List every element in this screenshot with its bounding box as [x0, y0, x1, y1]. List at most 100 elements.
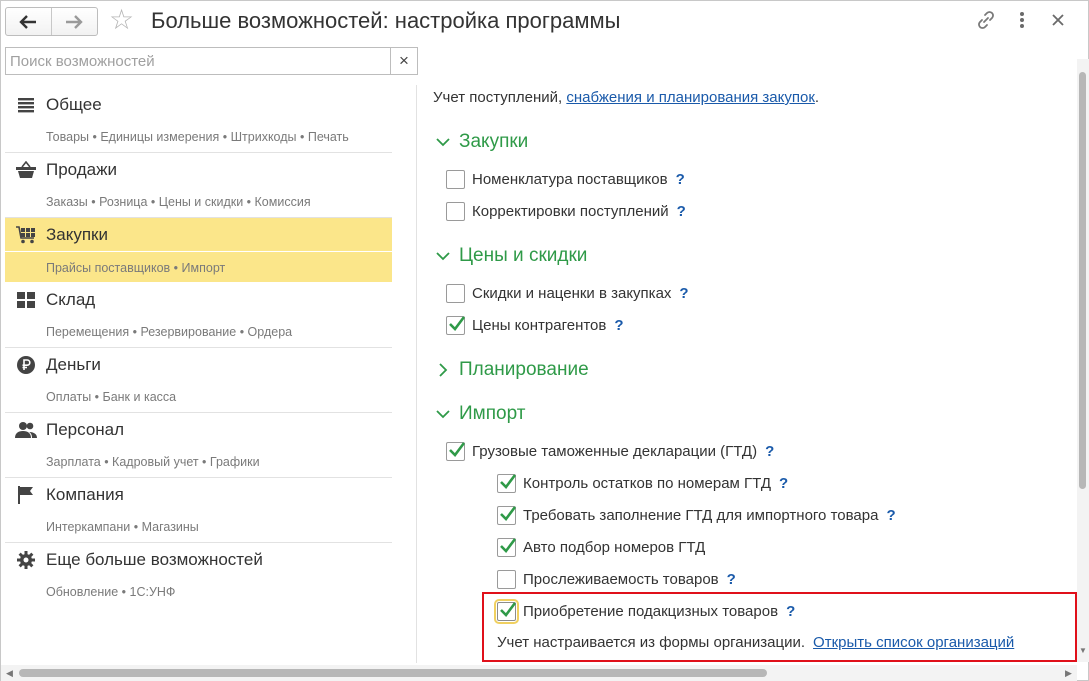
option-label: Требовать заполнение ГТД для импортного … [523, 507, 879, 524]
option-label: Грузовые таможенные декларации (ГТД) [472, 443, 758, 460]
panel-divider [416, 85, 417, 663]
help-icon[interactable]: ? [886, 507, 895, 524]
warehouse-icon [15, 290, 37, 310]
intro-link[interactable]: снабжения и планирования закупок [566, 89, 815, 106]
intro-text: Учет поступлений, снабжения и планирован… [433, 89, 819, 106]
checkbox-trebovat[interactable] [497, 506, 517, 525]
option-label: Цены контрагентов [472, 317, 607, 334]
sidebar-item-eshe[interactable]: Еще больше возможностей Обновление • 1С:… [5, 543, 392, 608]
option-skidki: Скидки и наценки в закупках ? [446, 284, 689, 303]
option-label: Авто подбор номеров ГТД [523, 539, 706, 556]
checkbox-kontrol[interactable] [497, 474, 517, 493]
horizontal-scroll-thumb[interactable] [19, 669, 767, 677]
option-ceny-kontragentov: Цены контрагентов ? [446, 316, 624, 335]
search-input[interactable] [10, 53, 380, 70]
checkbox-korrektirovki[interactable] [446, 202, 465, 221]
arrow-left-icon [19, 14, 37, 29]
sidebar-item-title: Персонал [46, 420, 125, 439]
checkmark-icon [449, 442, 466, 457]
option-korrektirovki: Корректировки поступлений ? [446, 202, 686, 221]
help-icon[interactable]: ? [676, 171, 685, 188]
sidebar-item-subs: Товары • Единицы измерения • Штрихкоды •… [46, 130, 349, 144]
option-label: Прослеживаемость товаров [523, 571, 719, 588]
checkbox-skidki[interactable] [446, 284, 465, 303]
search-clear-button[interactable]: × [391, 47, 418, 75]
sidebar-item-prodazhi[interactable]: Продажи Заказы • Розница • Цены и скидки… [5, 153, 392, 218]
group-planirovanie[interactable]: Планирование [433, 359, 589, 381]
sidebar-item-title: Деньги [46, 355, 101, 374]
group-zakupki[interactable]: Закупки [433, 131, 528, 153]
favorite-star-icon[interactable]: ☆ [109, 5, 134, 35]
highlight-box [482, 592, 1077, 662]
window: ☆ Больше возможностей: настройка програм… [0, 0, 1089, 681]
option-nomenklatura: Номенклатура поставщиков ? [446, 170, 685, 189]
forward-button[interactable] [52, 8, 98, 35]
sidebar-item-dengi[interactable]: Деньги Оплаты • Банк и касса [5, 348, 392, 413]
help-icon[interactable]: ? [765, 443, 774, 460]
vertical-scroll-thumb[interactable] [1079, 72, 1086, 489]
sidebar-item-title: Еще больше возможностей [46, 550, 263, 569]
chevron-right-icon [433, 360, 453, 380]
checkbox-gtd[interactable] [446, 442, 466, 461]
checkbox-ceny-kontragentov[interactable] [446, 316, 466, 335]
option-gtd: Грузовые таможенные декларации (ГТД) ? [446, 442, 774, 461]
sidebar-item-subs: Перемещения • Резервирование • Ордера [46, 325, 293, 339]
group-label: Закупки [459, 131, 529, 152]
group-import[interactable]: Импорт [433, 403, 525, 425]
header: ☆ Больше возможностей: настройка програм… [1, 1, 1089, 43]
sidebar-item-zakupki[interactable]: Закупки Прайсы поставщиков • Импорт [5, 218, 392, 283]
option-avto: Авто подбор номеров ГТД [497, 538, 705, 557]
sidebar-item-sklad[interactable]: Склад Перемещения • Резервирование • Орд… [5, 283, 392, 348]
link-icon[interactable] [973, 7, 999, 33]
option-label: Контроль остатков по номерам ГТД [523, 475, 771, 492]
sidebar-item-subs: Прайсы поставщиков • Импорт [5, 251, 392, 282]
clear-icon: × [399, 51, 409, 70]
help-icon[interactable]: ? [679, 285, 688, 302]
sidebar-item-subs: Обновление • 1С:УНФ [46, 585, 176, 599]
gear-icon [15, 550, 37, 570]
search-box [5, 47, 391, 75]
scroll-left-icon[interactable]: ◀ [6, 668, 13, 678]
more-menu-icon[interactable] [1009, 7, 1035, 33]
checkbox-avto[interactable] [497, 538, 517, 557]
sidebar-item-subs: Заказы • Розница • Цены и скидки • Комис… [46, 195, 311, 209]
group-ceny[interactable]: Цены и скидки [433, 245, 587, 267]
back-button[interactable] [6, 8, 52, 35]
sidebar-item-title: Компания [46, 485, 124, 504]
checkbox-proslezh[interactable] [497, 570, 516, 589]
list-icon [15, 95, 37, 115]
sidebar-item-title: Общее [46, 95, 102, 114]
help-icon[interactable]: ? [779, 475, 788, 492]
sidebar-item-title: Закупки [46, 225, 108, 244]
option-label: Скидки и наценки в закупках [472, 285, 672, 302]
sidebar-item-obshee[interactable]: Общее Товары • Единицы измерения • Штрих… [5, 88, 392, 153]
sidebar-item-title: Склад [46, 290, 96, 309]
arrow-right-icon [66, 14, 83, 29]
horizontal-scrollbar[interactable]: ◀ ▶ [1, 665, 1077, 681]
intro-label: Учет поступлений, [433, 89, 567, 106]
option-proslezh: Прослеживаемость товаров ? [497, 570, 736, 589]
close-icon[interactable] [1045, 7, 1071, 33]
vertical-scrollbar[interactable]: ▼ [1077, 59, 1089, 662]
chevron-down-icon [433, 246, 453, 266]
checkmark-icon [500, 506, 517, 521]
option-label: Корректировки поступлений [472, 203, 669, 220]
sidebar-item-kompaniya[interactable]: Компания Интеркампани • Магазины [5, 478, 392, 543]
people-icon [15, 420, 37, 440]
scroll-right-icon[interactable]: ▶ [1065, 668, 1072, 678]
help-icon[interactable]: ? [614, 317, 623, 334]
sidebar-item-personal[interactable]: Персонал Зарплата • Кадровый учет • Граф… [5, 413, 392, 478]
checkbox-nomenklatura[interactable] [446, 170, 465, 189]
group-label: Цены и скидки [459, 245, 588, 266]
nav-buttons [5, 7, 98, 36]
group-label: Планирование [459, 359, 589, 380]
option-trebovat: Требовать заполнение ГТД для импортного … [497, 506, 896, 525]
cart-icon [15, 225, 37, 245]
help-icon[interactable]: ? [727, 571, 736, 588]
scroll-down-icon[interactable]: ▼ [1079, 647, 1087, 655]
sidebar: Общее Товары • Единицы измерения • Штрих… [5, 88, 392, 608]
sidebar-item-subs: Интеркампани • Магазины [46, 520, 199, 534]
help-icon[interactable]: ? [677, 203, 686, 220]
sidebar-item-title: Продажи [46, 160, 117, 179]
chevron-down-icon [433, 132, 453, 152]
